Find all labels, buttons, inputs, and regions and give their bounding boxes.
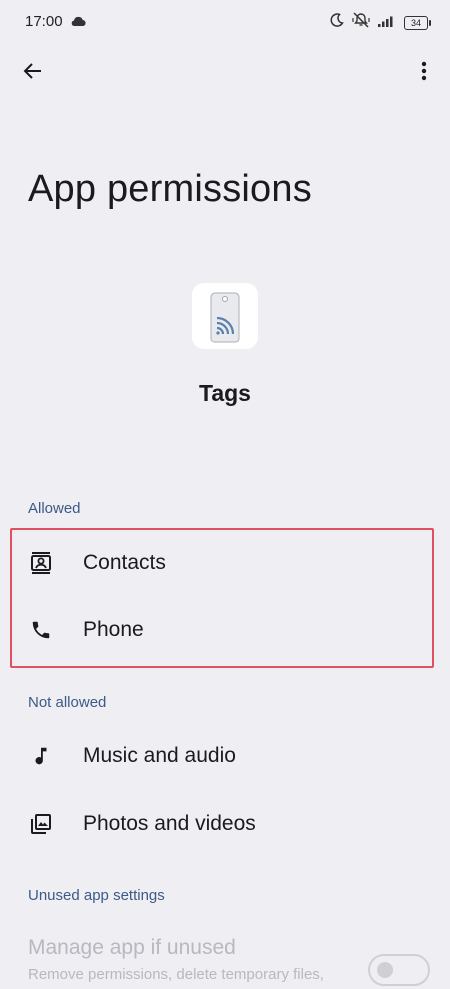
permission-label-music-and-audio: Music and audio: [83, 744, 236, 767]
app-permissions-screen: 17:00 34 App permissions Tags Allowed Co…: [0, 0, 450, 989]
section-header-allowed: Allowed: [28, 500, 81, 517]
status-time: 17:00: [25, 13, 63, 30]
moon-icon: [330, 13, 344, 32]
permission-item-photos-and-videos[interactable]: Photos and videos: [14, 793, 434, 855]
contacts-icon: [27, 549, 55, 577]
arrow-back-icon: [23, 63, 41, 79]
battery-icon: 34: [404, 15, 431, 30]
more-vert-icon: [421, 61, 427, 81]
status-icons: 34: [330, 12, 431, 33]
permission-item-contacts[interactable]: Contacts: [14, 532, 434, 594]
app-name: Tags: [199, 380, 251, 406]
permission-label-phone: Phone: [83, 618, 144, 641]
permission-label-photos-and-videos: Photos and videos: [83, 812, 256, 835]
nfc-tag-icon: [192, 283, 258, 349]
signal-icon: [378, 14, 396, 32]
mute-vibrate-icon: [352, 12, 370, 33]
photo-library-icon: [27, 810, 55, 838]
section-header-unused-app-settings: Unused app settings: [28, 887, 165, 904]
manage-app-if-unused-title: Manage app if unused: [28, 936, 236, 959]
more-options-button[interactable]: [412, 56, 436, 86]
page-title: App permissions: [28, 168, 312, 210]
permission-label-contacts: Contacts: [83, 551, 166, 574]
permission-item-music-and-audio[interactable]: Music and audio: [14, 725, 434, 787]
manage-app-if-unused-subtitle: Remove permissions, delete temporary fil…: [28, 966, 324, 983]
cloud-icon: [70, 14, 86, 32]
permission-item-phone[interactable]: Phone: [14, 599, 434, 661]
back-button[interactable]: [18, 56, 48, 86]
toggle-knob: [377, 962, 393, 978]
manage-app-if-unused-toggle[interactable]: [368, 954, 430, 986]
phone-icon: [27, 616, 55, 644]
music-note-icon: [27, 742, 55, 770]
status-bar: 17:00 34: [0, 0, 450, 44]
section-header-not-allowed: Not allowed: [28, 694, 107, 711]
